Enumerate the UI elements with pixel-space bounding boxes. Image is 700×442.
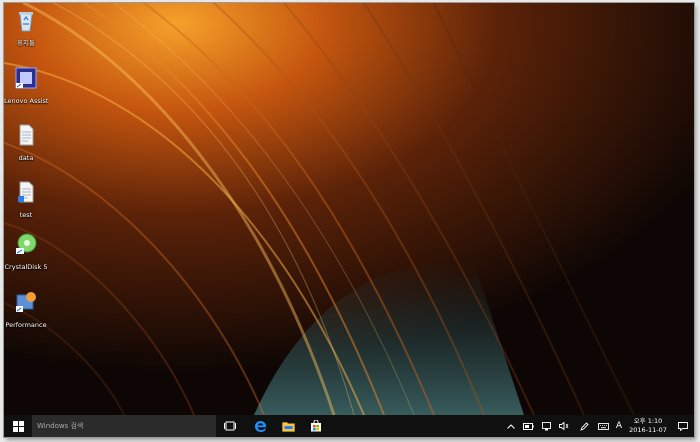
keyboard-icon xyxy=(597,422,609,430)
desktop-icon-label: 휴지통 xyxy=(17,39,35,47)
taskbar: Windows 검색 A 오후 1:10 2016-11-07 xyxy=(4,415,694,437)
edge-button[interactable] xyxy=(248,415,272,437)
battery-button[interactable] xyxy=(521,415,535,437)
action-center-button[interactable] xyxy=(674,415,692,437)
network-icon xyxy=(541,421,551,430)
input-indicator[interactable]: A xyxy=(613,415,625,437)
show-hidden-icons-button[interactable] xyxy=(504,415,518,437)
volume-button[interactable] xyxy=(557,415,571,437)
network-button[interactable] xyxy=(539,415,553,437)
desktop-icon-label: data xyxy=(18,154,34,162)
store-button[interactable] xyxy=(304,415,328,437)
pen-workspace-button[interactable] xyxy=(577,415,591,437)
edge-icon xyxy=(254,420,266,432)
desktop-icon-crystaldisk[interactable]: CrystalDisk 5 xyxy=(4,231,48,271)
start-button[interactable] xyxy=(4,415,32,437)
notification-icon xyxy=(678,421,688,431)
desktop-icon-recycle-bin[interactable]: 휴지통 xyxy=(4,7,48,47)
desktop-icon-performance[interactable]: Performance xyxy=(4,289,48,329)
desktop-icon-label: Lenovo Assistant xyxy=(4,97,48,105)
desktop-icon-label: CrystalDisk 5 xyxy=(4,263,48,271)
file-explorer-button[interactable] xyxy=(276,415,300,437)
app-shortcut-icon xyxy=(15,67,37,89)
task-view-icon xyxy=(224,421,236,431)
desktop-wallpaper xyxy=(4,3,694,415)
clock[interactable]: 오후 1:10 2016-11-07 xyxy=(626,417,670,435)
text-file-icon xyxy=(19,124,34,146)
crystaldisk-icon xyxy=(16,233,37,254)
desktop-icon-test[interactable]: test xyxy=(4,179,48,219)
volume-icon xyxy=(559,422,569,430)
store-icon xyxy=(311,420,321,432)
desktop-icon-assistant[interactable]: Lenovo Assistant xyxy=(4,65,48,105)
clock-time: 오후 1:10 xyxy=(633,417,663,425)
desktop-icon-label: Performance xyxy=(5,321,47,329)
text-file-icon xyxy=(18,181,34,203)
file-explorer-icon xyxy=(281,421,295,432)
desktop-icon-data[interactable]: data xyxy=(4,122,48,162)
battery-icon xyxy=(522,422,534,430)
search-input[interactable]: Windows 검색 xyxy=(32,415,216,437)
touch-keyboard-button[interactable] xyxy=(596,415,610,437)
pen-icon xyxy=(579,421,589,431)
clock-date: 2016-11-07 xyxy=(629,426,667,434)
recycle-bin-icon xyxy=(19,12,33,32)
desktop-icon-label: test xyxy=(19,211,33,219)
performance-icon xyxy=(16,292,36,312)
windows-logo-icon xyxy=(12,420,24,432)
task-view-button[interactable] xyxy=(218,415,242,437)
chevron-up-icon xyxy=(507,423,515,429)
screen: 휴지통 Lenovo Assistant data test xyxy=(4,3,694,437)
